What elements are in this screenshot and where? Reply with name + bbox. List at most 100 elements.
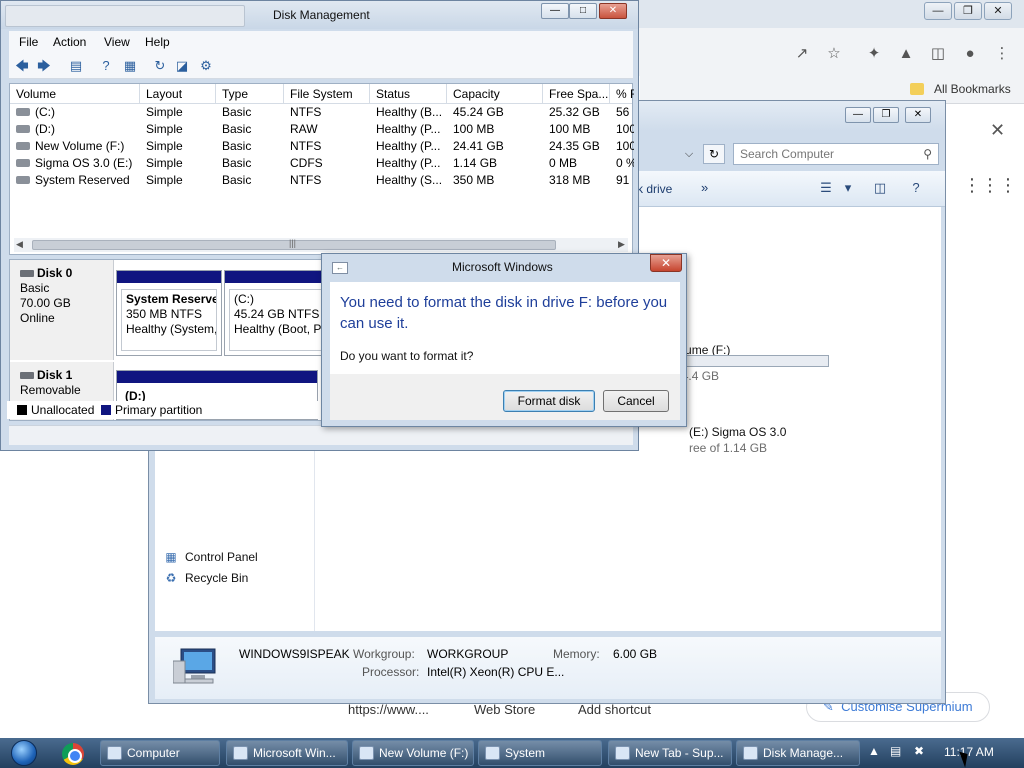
- properties-grid-icon[interactable]: ▦: [121, 57, 139, 75]
- cell-text: 100 MB: [453, 122, 495, 136]
- explorer-minimize-button[interactable]: —: [845, 107, 871, 123]
- partition-color-bar: [117, 271, 221, 283]
- cancel-button[interactable]: Cancel: [603, 390, 669, 412]
- column-header-free-space[interactable]: Free Spa...: [543, 84, 610, 104]
- dialog-close-button[interactable]: ✕: [650, 254, 682, 272]
- chrome-close-button[interactable]: ✕: [984, 2, 1012, 20]
- column-header-layout[interactable]: Layout: [140, 84, 216, 104]
- refresh-icon[interactable]: ↻: [703, 144, 725, 164]
- table-cell: (C:): [10, 104, 140, 121]
- taskbar-item-computer[interactable]: Computer: [100, 740, 220, 766]
- scrollbar-thumb[interactable]: |||: [32, 238, 556, 250]
- refresh-icon[interactable]: ↻: [151, 57, 169, 75]
- scroll-right-icon[interactable]: ▶: [618, 239, 625, 250]
- side-panel-icon[interactable]: ◫: [928, 44, 948, 64]
- view-dropdown-icon[interactable]: ▾: [839, 179, 857, 197]
- view-options-icon[interactable]: ☰: [817, 179, 835, 197]
- taskbar: Computer Microsoft Win... New Volume (F:…: [0, 738, 1024, 768]
- table-cell: Basic: [216, 155, 284, 172]
- taskbar-item-new-volume[interactable]: New Volume (F:): [352, 740, 474, 766]
- console-tree-icon[interactable]: ▤: [67, 57, 85, 75]
- cell-text: Basic: [222, 173, 252, 187]
- horizontal-scrollbar[interactable]: ◀ ||| ▶: [14, 238, 628, 252]
- scroll-left-icon[interactable]: ◀: [16, 239, 23, 250]
- back-arrow-icon[interactable]: 🡄: [13, 57, 31, 75]
- chrome-minimize-button[interactable]: —: [924, 2, 952, 20]
- nav-item-label: Recycle Bin: [185, 571, 249, 585]
- table-row[interactable]: System Reserved Simple Basic NTFS Healthy (S…: [10, 172, 632, 189]
- partition-system-reserved[interactable]: System Reserve 350 MB NTFS Healthy (Syst…: [116, 270, 222, 356]
- table-header: Volume Layout Type File System Status Ca…: [10, 84, 634, 104]
- explorer-restore-button[interactable]: ❐: [873, 107, 899, 123]
- rescan-disks-icon[interactable]: ◪: [173, 57, 191, 75]
- table-cell: Simple: [140, 104, 216, 121]
- nav-item-control-panel[interactable]: ▦ Control Panel: [165, 550, 257, 564]
- menu-kebab-icon[interactable]: ⋮: [992, 44, 1012, 64]
- toolbar: 🡄 🡆 ▤ ? ▦ ↻ ◪ ⚙: [9, 53, 633, 79]
- shortcut-web-store[interactable]: Web Store: [474, 702, 535, 717]
- cell-text: (C:): [35, 105, 55, 119]
- chrome-pinned-icon[interactable]: [62, 743, 84, 765]
- column-header-status[interactable]: Status: [370, 84, 447, 104]
- cell-text: Simple: [146, 139, 183, 153]
- nav-item-recycle-bin[interactable]: ♻ Recycle Bin: [166, 571, 249, 585]
- cell-text: 91: [616, 173, 630, 187]
- table-row[interactable]: Sigma OS 3.0 (E:) Simple Basic CDFS Healthy …: [10, 155, 634, 172]
- table-row[interactable]: New Volume (F:) Simple Basic NTFS Healthy (P…: [10, 138, 634, 155]
- column-header-volume[interactable]: Volume: [10, 84, 140, 104]
- cell-text: New Volume (F:): [35, 139, 125, 153]
- close-button[interactable]: ✕: [599, 3, 627, 19]
- minimize-button[interactable]: —: [541, 3, 569, 19]
- start-button[interactable]: [4, 738, 44, 768]
- help-icon[interactable]: ?: [97, 57, 115, 75]
- help-icon[interactable]: ?: [907, 179, 925, 197]
- taskbar-item-new-tab[interactable]: New Tab - Sup...: [608, 740, 732, 766]
- disk-type: Basic: [20, 281, 50, 295]
- table-cell: 91: [610, 172, 634, 189]
- window-title: Disk Management: [273, 8, 370, 22]
- more-commands-chevron-icon[interactable]: »: [701, 180, 708, 195]
- forward-arrow-icon[interactable]: 🡆: [35, 57, 53, 75]
- menu-file[interactable]: File: [19, 35, 38, 49]
- shortcut-link[interactable]: https://www....: [348, 702, 429, 717]
- chrome-restore-button[interactable]: ❐: [954, 2, 982, 20]
- bookmark-star-icon[interactable]: ☆: [824, 44, 844, 64]
- taskbar-item-disk-management[interactable]: Disk Manage...: [736, 740, 860, 766]
- menu-help[interactable]: Help: [145, 35, 170, 49]
- explorer-close-button[interactable]: ✕: [905, 107, 931, 123]
- column-header-type[interactable]: Type: [216, 84, 284, 104]
- profile-avatar-icon[interactable]: ●: [960, 44, 980, 64]
- share-icon[interactable]: ↗: [792, 44, 812, 64]
- taskbar-item-microsoft-windows[interactable]: Microsoft Win...: [226, 740, 348, 766]
- show-hidden-icons-icon[interactable]: ▲: [868, 744, 880, 758]
- lab-flask-icon[interactable]: ▲: [896, 44, 916, 64]
- volume-list: Volume Layout Type File System Status Ca…: [9, 83, 634, 255]
- column-header-capacity[interactable]: Capacity: [447, 84, 543, 104]
- cell-text: 0 MB: [549, 156, 578, 170]
- network-icon[interactable]: ▤: [890, 744, 901, 758]
- drive-e-item[interactable]: (E:) Sigma OS 3.0 ree of 1.14 GB: [689, 425, 786, 455]
- disk-0-label[interactable]: Disk 0 Basic 70.00 GB Online: [10, 260, 114, 360]
- close-icon[interactable]: ✕: [990, 120, 1005, 141]
- table-row[interactable]: (C:) Simple Basic NTFS Healthy (B... 45.24 GB…: [10, 104, 632, 121]
- menu-view[interactable]: View: [104, 35, 130, 49]
- column-header-percent-free[interactable]: % F: [610, 84, 634, 104]
- menu-action[interactable]: Action: [53, 35, 86, 49]
- all-bookmarks-link[interactable]: All Bookmarks: [934, 82, 1011, 96]
- preview-pane-icon[interactable]: ◫: [871, 179, 889, 197]
- scroll-grip-icon: |||: [289, 238, 297, 248]
- disk-title: Disk 1: [37, 368, 73, 382]
- table-row[interactable]: (D:) Simple Basic RAW Healthy (P... 100 MB 100…: [10, 121, 634, 138]
- format-disk-button[interactable]: Format disk: [503, 390, 595, 412]
- maximize-button[interactable]: □: [569, 3, 597, 19]
- address-dropdown-icon[interactable]: ⌵: [679, 144, 699, 164]
- settings-icon[interactable]: ⚙: [197, 57, 215, 75]
- extensions-icon[interactable]: ✦: [864, 44, 884, 64]
- dialog-content: You need to format the disk in drive F: …: [330, 282, 680, 374]
- apps-grid-icon[interactable]: ⋮⋮⋮: [963, 175, 1017, 196]
- volume-muted-icon[interactable]: ✖: [914, 744, 924, 758]
- search-input[interactable]: Search Computer ⚲: [733, 143, 939, 165]
- taskbar-item-system[interactable]: System: [478, 740, 602, 766]
- add-shortcut-link[interactable]: Add shortcut: [578, 702, 651, 717]
- column-header-file-system[interactable]: File System: [284, 84, 370, 104]
